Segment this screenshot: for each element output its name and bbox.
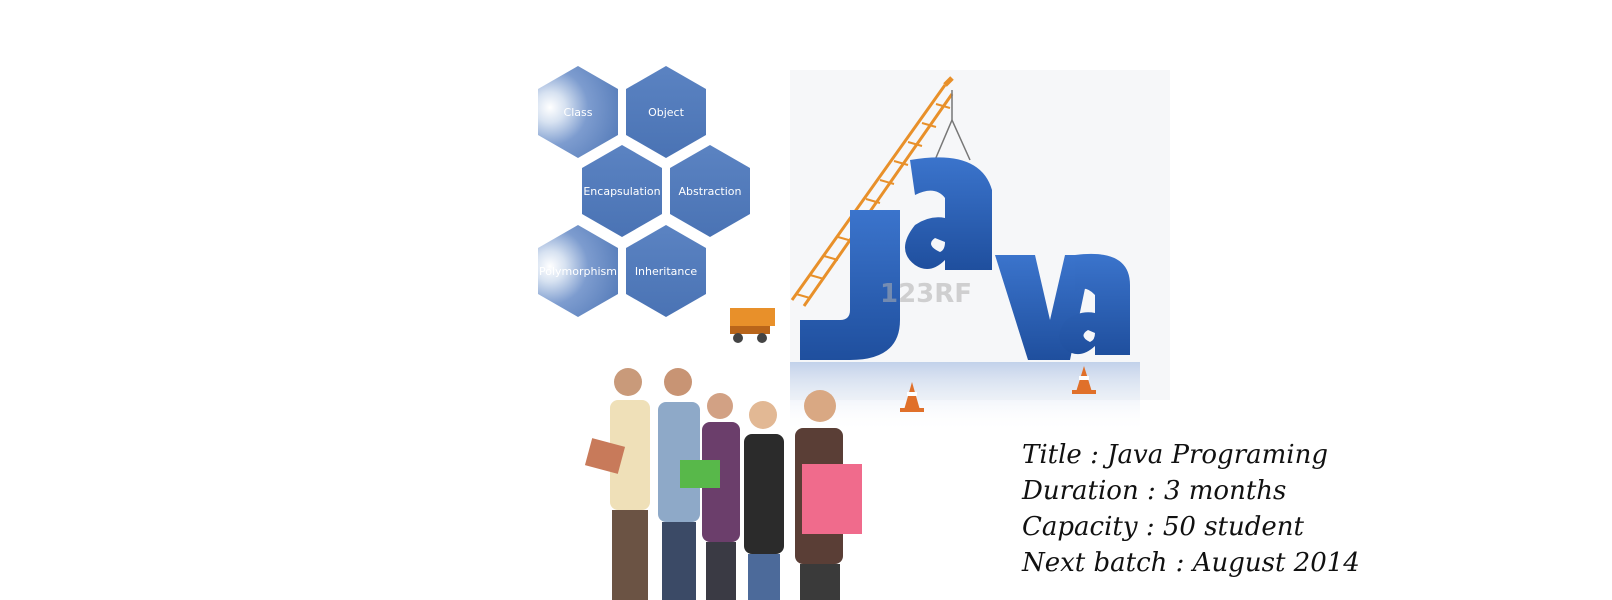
hex-object: Object bbox=[626, 66, 706, 158]
student-figure-1 bbox=[584, 368, 650, 600]
student-figure-5 bbox=[795, 390, 862, 600]
hex-polymorphism: Polymorphism bbox=[538, 225, 618, 317]
hex-object-label: Object bbox=[648, 105, 684, 119]
course-title: Title : Java Programing bbox=[1022, 440, 1328, 470]
hex-class-label: Class bbox=[563, 105, 593, 119]
hex-inheritance-label: Inheritance bbox=[634, 264, 698, 278]
course-info: Title : Java Programing Duration : 3 mon… bbox=[1022, 437, 1582, 581]
hex-encapsulation: Encapsulation bbox=[582, 145, 662, 237]
hex-class: Class bbox=[538, 66, 618, 158]
course-capacity: Capacity : 50 student bbox=[1022, 512, 1304, 542]
oop-concepts-diagram: Class Object Encapsulation Abstraction P… bbox=[530, 60, 760, 330]
course-duration: Duration : 3 months bbox=[1022, 476, 1287, 506]
crane-base-icon bbox=[730, 308, 775, 343]
course-next-batch: Next batch : August 2014 bbox=[1022, 548, 1360, 578]
students-photo bbox=[580, 360, 910, 600]
hex-polymorphism-label: Polymorphism bbox=[539, 264, 617, 278]
hex-encapsulation-label: Encapsulation bbox=[583, 184, 661, 198]
students-illustration bbox=[584, 368, 862, 600]
hex-inheritance: Inheritance bbox=[626, 225, 706, 317]
banner: Class Object Encapsulation Abstraction P… bbox=[0, 0, 1612, 600]
student-figure-4 bbox=[744, 401, 784, 600]
watermark-text: 123RF bbox=[880, 279, 972, 309]
